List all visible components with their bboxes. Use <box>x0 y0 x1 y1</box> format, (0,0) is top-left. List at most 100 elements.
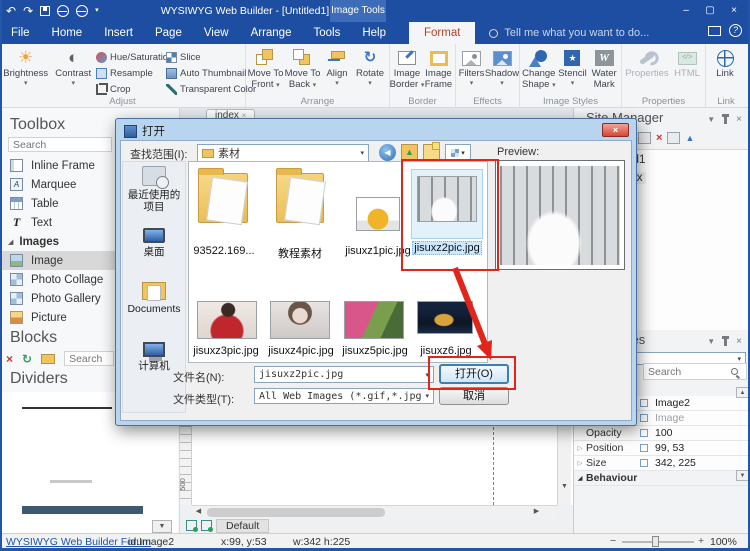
help-icon[interactable]: ? <box>729 24 742 37</box>
water-mark-button[interactable]: W WaterMark <box>588 46 620 90</box>
file-thumb-jisuxz4[interactable] <box>270 301 330 339</box>
toolbox-search-input[interactable] <box>8 137 112 152</box>
guide-add-icon[interactable] <box>186 520 197 531</box>
tab-file[interactable]: File <box>0 22 41 44</box>
tell-me-box[interactable]: Tell me what you want to do... <box>489 27 649 39</box>
scroll-right-icon[interactable]: ▶ <box>530 506 543 518</box>
image-border-button[interactable]: ImageBorder ▾ <box>391 46 423 90</box>
tab-tools[interactable]: Tools <box>302 22 351 44</box>
rotate-button[interactable]: ↻ Rotate▾ <box>353 46 387 87</box>
horizontal-scroll-thumb[interactable] <box>207 508 385 517</box>
file-label[interactable]: jisuxz4pic.jpg <box>260 345 342 357</box>
place-computer[interactable]: 计算机 <box>123 342 185 372</box>
shadow-button[interactable]: Shadow▾ <box>486 46 518 87</box>
folder-thumb-1[interactable] <box>198 173 248 223</box>
dialog-close-button[interactable]: × <box>602 123 629 137</box>
look-in-dropdown[interactable]: 素材 ▾ <box>197 144 369 162</box>
sm-page-properties-icon[interactable] <box>667 132 680 144</box>
panel-close-icon[interactable]: × <box>736 114 742 125</box>
tab-home[interactable]: Home <box>41 22 94 44</box>
property-row-size[interactable]: ▷Size 342, 225 <box>574 456 750 471</box>
zoom-out-icon[interactable]: − <box>610 535 616 547</box>
dividers-scroll-down-button[interactable]: ▼ <box>152 520 172 533</box>
stencil-button[interactable]: ★ Stencil▾ <box>557 46 589 87</box>
quick-access-caret-icon[interactable]: ▾ <box>95 0 99 22</box>
sm-delete-icon[interactable]: × <box>656 132 662 144</box>
image-frame-button[interactable]: ImageFrame <box>423 46 454 90</box>
ribbon-tab-bar: File Home Insert Page View Arrange Tools… <box>0 22 750 44</box>
filters-button[interactable]: Filters▾ <box>457 46 486 87</box>
tab-insert[interactable]: Insert <box>93 22 144 44</box>
hue-saturation-button[interactable]: Hue/Saturation <box>96 49 166 65</box>
save-icon[interactable] <box>40 6 50 16</box>
group-label-arrange: Arrange <box>246 96 389 107</box>
props-pin-icon[interactable] <box>724 338 727 346</box>
maximize-button[interactable]: ▢ <box>698 0 722 22</box>
align-button[interactable]: Align▾ <box>321 46 353 87</box>
property-row-opacity[interactable]: Opacity 100 <box>574 426 750 441</box>
filename-combobox[interactable]: jisuxz2pic.jpg▾ <box>254 366 434 383</box>
tab-view[interactable]: View <box>193 22 240 44</box>
link-button[interactable]: Link <box>707 46 743 80</box>
file-thumb-jisuxz5[interactable] <box>344 301 404 339</box>
file-label[interactable]: jisuxz5pic.jpg <box>334 345 416 357</box>
folder-thumb-2[interactable] <box>276 173 324 223</box>
place-documents[interactable]: Documents <box>123 282 185 315</box>
undo-icon[interactable]: ↶ <box>6 0 16 22</box>
file-label[interactable]: jisuxz3pic.jpg <box>186 345 266 357</box>
default-master-tab[interactable]: Default <box>216 519 269 533</box>
place-desktop[interactable]: 桌面 <box>123 228 185 258</box>
file-thumb-jisuxz1[interactable] <box>356 197 400 231</box>
scroll-left-icon[interactable]: ◀ <box>192 506 205 518</box>
tab-help[interactable]: Help <box>351 22 397 44</box>
contrast-button[interactable]: ◐ Contrast▾ <box>50 46 96 87</box>
preview-globe-icon[interactable] <box>57 5 69 17</box>
props-menu-caret-icon[interactable]: ▼ <box>707 337 715 346</box>
zoom-in-icon[interactable]: + <box>698 535 704 547</box>
move-to-back-button[interactable]: Move ToBack ▾ <box>284 46 321 90</box>
file-label[interactable]: 93522.169... <box>182 245 266 257</box>
scroll-down-icon[interactable]: ▼ <box>558 480 571 493</box>
property-row-position[interactable]: ▷Position 99, 53 <box>574 441 750 456</box>
tab-format-active[interactable]: Format <box>409 22 475 44</box>
panel-menu-caret-icon[interactable]: ▼ <box>707 115 715 124</box>
blocks-folder-icon[interactable] <box>41 354 55 364</box>
close-button[interactable]: × <box>722 0 746 22</box>
blocks-search-input[interactable] <box>64 351 114 366</box>
place-recent[interactable]: 最近使用的项目 <box>123 166 185 213</box>
divider-sample-text[interactable] <box>50 480 92 483</box>
divider-sample-line[interactable] <box>22 407 112 409</box>
guide-settings-icon[interactable] <box>201 520 212 531</box>
title-bar: ↶ ↷ ▾ WYSIWYG Web Builder - [Untitled1] … <box>0 0 750 22</box>
file-label[interactable]: 教程素材 <box>264 245 336 261</box>
tab-arrange[interactable]: Arrange <box>240 22 303 44</box>
hue-circle-icon <box>96 52 107 63</box>
minimize-button[interactable]: – <box>674 0 698 22</box>
auto-thumbnail-button[interactable]: Auto Thumbnail <box>166 65 244 81</box>
move-to-front-button[interactable]: Move ToFront ▾ <box>247 46 284 90</box>
filetype-dropdown[interactable]: All Web Images (*.gif,*.jpg,*.jpeg,*.▾ <box>254 388 434 404</box>
file-thumb-jisuxz3[interactable] <box>197 301 257 339</box>
property-section-behaviour[interactable]: ◢Behaviour <box>574 471 750 486</box>
blocks-delete-icon[interactable]: × <box>6 352 13 366</box>
publish-globe-icon[interactable] <box>76 5 88 17</box>
crop-button[interactable]: Crop <box>96 81 166 97</box>
redo-icon[interactable]: ↷ <box>23 0 33 22</box>
horizontal-scrollbar[interactable]: ◀ ▶ <box>192 505 557 518</box>
tab-page[interactable]: Page <box>144 22 193 44</box>
sm-clone-icon[interactable] <box>638 132 651 144</box>
transparent-color-button[interactable]: Transparent Color <box>166 81 244 97</box>
brightness-button[interactable]: ☀ Brightness▾ <box>1 46 50 87</box>
share-screen-icon[interactable] <box>708 26 721 36</box>
zoom-slider-thumb[interactable] <box>652 536 659 547</box>
divider-sample-block[interactable] <box>22 506 143 514</box>
back-icon[interactable]: ◀ <box>379 144 396 161</box>
sm-move-up-icon[interactable]: ▲ <box>685 133 694 143</box>
change-shape-button[interactable]: ChangeShape ▾ <box>521 46 557 90</box>
blocks-refresh-icon[interactable]: ↻ <box>22 352 32 366</box>
props-close-icon[interactable]: × <box>736 336 742 347</box>
pin-icon[interactable] <box>724 116 727 124</box>
context-tab-image-tools[interactable]: Image Tools <box>330 0 386 22</box>
resample-button[interactable]: Resample <box>96 65 166 81</box>
slice-button[interactable]: Slice <box>166 49 244 65</box>
